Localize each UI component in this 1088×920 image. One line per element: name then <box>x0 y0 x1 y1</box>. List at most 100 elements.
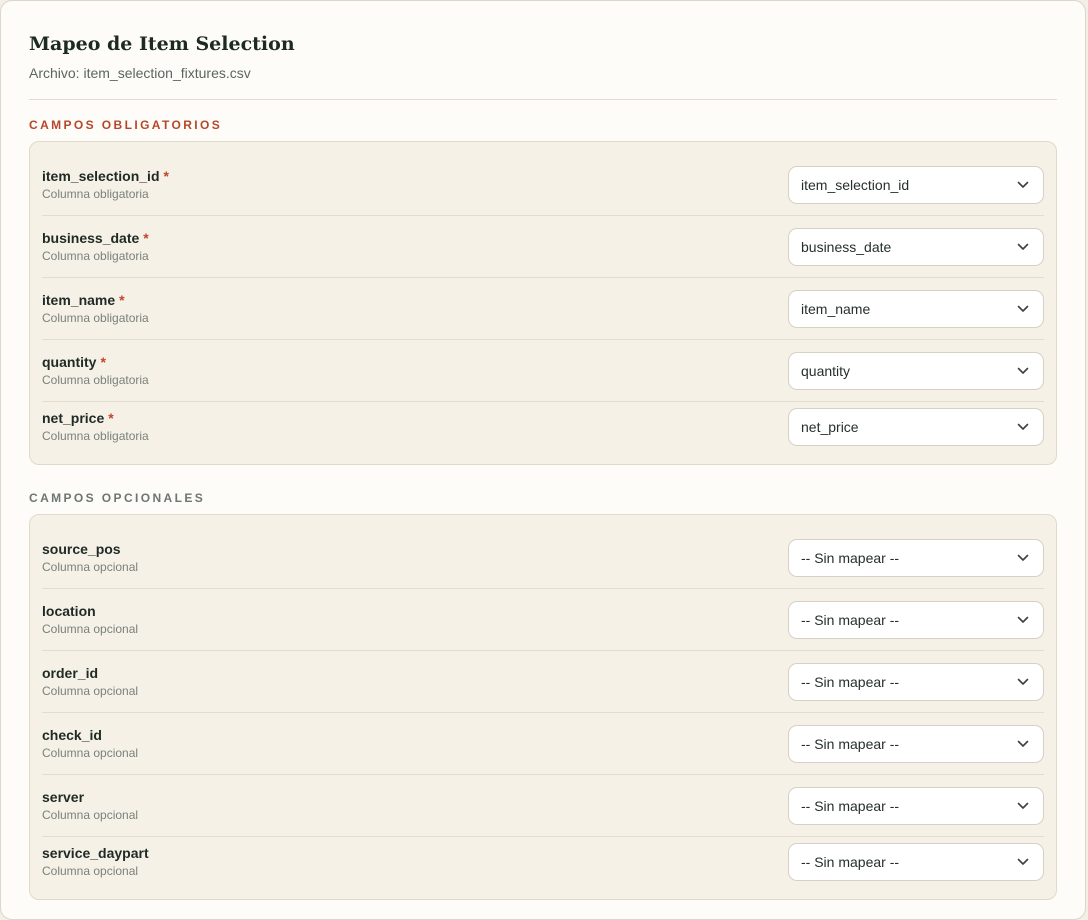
field-name-text: location <box>42 602 96 619</box>
field-row-order-id: order_id Columna opcional -- Sin mapear -- <box>42 651 1044 713</box>
field-row-quantity: quantity * Columna obligatoria quantity <box>42 340 1044 402</box>
field-name-text: source_pos <box>42 540 121 557</box>
select-value: -- Sin mapear -- <box>801 735 900 752</box>
select-value: -- Sin mapear -- <box>801 611 900 628</box>
column-select-item-name[interactable]: item_name <box>788 289 1044 328</box>
chevron-down-icon <box>1017 241 1029 253</box>
field-info: net_price * Columna obligatoria <box>42 410 149 444</box>
field-description: Columna opcional <box>42 683 139 698</box>
field-name: source_pos <box>42 541 138 558</box>
select-value: -- Sin mapear -- <box>801 854 900 870</box>
field-description: Columna obligatoria <box>42 248 149 263</box>
field-description: Columna opcional <box>42 559 139 574</box>
select-value: quantity <box>801 362 851 379</box>
select-value: -- Sin mapear -- <box>801 797 900 814</box>
field-name: item_selection_id * <box>42 168 169 185</box>
field-name: net_price * <box>42 410 149 427</box>
required-asterisk: * <box>119 291 125 308</box>
select-value: -- Sin mapear -- <box>801 673 900 690</box>
column-select-net-price[interactable]: net_price <box>788 408 1044 446</box>
field-info: check_id Columna opcional <box>42 727 138 761</box>
field-name-text: item_selection_id <box>42 167 160 184</box>
chevron-down-icon <box>1017 800 1029 812</box>
required-section-label: CAMPOS OBLIGATORIOS <box>29 118 223 132</box>
field-info: order_id Columna opcional <box>42 665 138 699</box>
field-row-location: location Columna opcional -- Sin mapear -- <box>42 589 1044 651</box>
column-select-service-daypart[interactable]: -- Sin mapear -- <box>788 843 1044 881</box>
field-description: Columna obligatoria <box>42 429 149 443</box>
field-name: service_daypart <box>42 845 149 862</box>
field-name: location <box>42 603 138 620</box>
column-select-server[interactable]: -- Sin mapear -- <box>788 786 1044 825</box>
mapping-header: Mapeo de Item Selection Archivo: item_se… <box>1 1 1085 82</box>
required-asterisk: * <box>163 167 169 184</box>
page-title: Mapeo de Item Selection <box>29 33 295 55</box>
field-name-text: check_id <box>42 726 102 743</box>
field-description: Columna obligatoria <box>42 186 149 201</box>
required-asterisk: * <box>100 353 106 370</box>
optional-section-label: CAMPOS OPCIONALES <box>29 491 206 505</box>
field-name-text: service_daypart <box>42 845 149 861</box>
select-value: item_name <box>801 300 871 317</box>
required-asterisk: * <box>108 410 114 426</box>
column-select-location[interactable]: -- Sin mapear -- <box>788 600 1044 639</box>
field-name-text: server <box>42 788 85 805</box>
required-fields-panel: item_selection_id * Columna obligatoria ite… <box>29 141 1057 465</box>
chevron-down-icon <box>1017 856 1029 868</box>
field-name: server <box>42 789 138 806</box>
field-description: Columna opcional <box>42 864 139 878</box>
chevron-down-icon <box>1017 614 1029 626</box>
chevron-down-icon <box>1017 738 1029 750</box>
field-name: order_id <box>42 665 138 682</box>
field-description: Columna obligatoria <box>42 372 149 387</box>
field-info: business_date * Columna obligatoria <box>42 230 149 264</box>
field-row-business-date: business_date * Columna obligatoria busines… <box>42 216 1044 278</box>
column-select-business-date[interactable]: business_date <box>788 227 1044 266</box>
select-value: -- Sin mapear -- <box>801 549 900 566</box>
chevron-down-icon <box>1017 676 1029 688</box>
optional-fields-panel: source_pos Columna opcional -- Sin mapear … <box>29 514 1057 900</box>
chevron-down-icon <box>1017 552 1029 564</box>
header-divider <box>29 99 1057 100</box>
field-name-text: quantity <box>42 353 97 370</box>
field-row-check-id: check_id Columna opcional -- Sin mapear -- <box>42 713 1044 775</box>
field-name: check_id <box>42 727 138 744</box>
field-info: source_pos Columna opcional <box>42 541 138 575</box>
required-asterisk: * <box>143 229 149 246</box>
chevron-down-icon <box>1017 303 1029 315</box>
field-info: location Columna opcional <box>42 603 138 637</box>
select-value: item_selection_id <box>801 176 910 193</box>
field-info: item_name * Columna obligatoria <box>42 292 149 326</box>
field-name: quantity * <box>42 354 149 371</box>
field-description: Columna opcional <box>42 807 139 822</box>
select-value: business_date <box>801 238 892 255</box>
field-row-service-daypart: service_daypart Columna opcional -- Sin ma… <box>42 837 1044 887</box>
field-row-item-selection-id: item_selection_id * Columna obligatoria ite… <box>42 154 1044 216</box>
field-row-source-pos: source_pos Columna opcional -- Sin mapear … <box>42 527 1044 589</box>
field-row-item-name: item_name * Columna obligatoria item_name <box>42 278 1044 340</box>
field-description: Columna obligatoria <box>42 310 149 325</box>
mapping-card: Mapeo de Item Selection Archivo: item_se… <box>0 0 1086 920</box>
field-name-text: business_date <box>42 229 140 246</box>
column-select-item-selection-id[interactable]: item_selection_id <box>788 165 1044 204</box>
chevron-down-icon <box>1017 421 1029 433</box>
field-info: service_daypart Columna opcional <box>42 845 149 879</box>
chevron-down-icon <box>1017 179 1029 191</box>
field-info: server Columna opcional <box>42 789 138 823</box>
column-select-source-pos[interactable]: -- Sin mapear -- <box>788 538 1044 577</box>
field-description: Columna opcional <box>42 745 139 760</box>
field-name: business_date * <box>42 230 149 247</box>
field-info: quantity * Columna obligatoria <box>42 354 149 388</box>
column-select-quantity[interactable]: quantity <box>788 351 1044 390</box>
select-value: net_price <box>801 419 859 435</box>
chevron-down-icon <box>1017 365 1029 377</box>
column-select-check-id[interactable]: -- Sin mapear -- <box>788 724 1044 763</box>
field-name: item_name * <box>42 292 149 309</box>
field-name-text: net_price <box>42 410 105 426</box>
column-select-order-id[interactable]: -- Sin mapear -- <box>788 662 1044 701</box>
field-name-text: order_id <box>42 664 99 681</box>
field-row-net-price: net_price * Columna obligatoria net_price <box>42 402 1044 452</box>
field-name-text: item_name <box>42 291 116 308</box>
field-row-server: server Columna opcional -- Sin mapear -- <box>42 775 1044 837</box>
field-description: Columna opcional <box>42 621 139 636</box>
